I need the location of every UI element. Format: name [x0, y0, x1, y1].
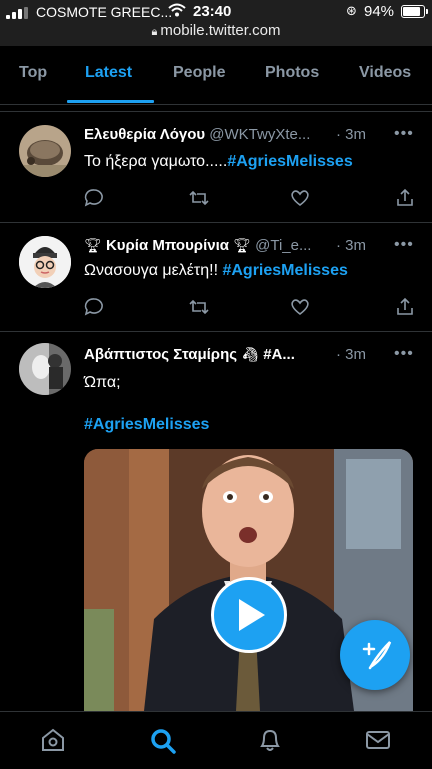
tweet-text-body: Ώπα; [84, 374, 121, 391]
avatar[interactable] [19, 236, 71, 288]
author-name[interactable]: Αβάπτιστος Σταμίρης [84, 346, 237, 363]
hashtag-link[interactable]: #AgriesMelisses [227, 153, 352, 170]
tweet-text: Ωνασουγα μελέτη!! #AgriesMelisses [84, 262, 348, 280]
reply-icon[interactable] [84, 297, 104, 322]
zebra-emoji-icon: 🦓︎ [241, 346, 260, 362]
compose-tweet-button[interactable] [340, 620, 410, 690]
orientation-lock-icon: ⊛ [346, 3, 357, 18]
author-name[interactable]: Κυρία Μπουρίνια [106, 237, 229, 254]
trophy-emoji-icon: 🏆︎ [233, 237, 251, 253]
tab-latest[interactable]: Latest [85, 64, 132, 82]
retweet-icon[interactable] [188, 188, 210, 213]
tweet-time[interactable]: · 3m [336, 237, 366, 254]
play-button[interactable] [211, 577, 287, 653]
address-bar[interactable]: 🔒︎ mobile.twitter.com [0, 22, 432, 39]
avatar[interactable] [19, 125, 71, 177]
wifi-icon [168, 3, 186, 20]
tweet-time[interactable]: · 3m [336, 346, 366, 363]
search-icon[interactable] [149, 727, 177, 760]
home-icon[interactable] [40, 727, 66, 758]
tab-top[interactable]: Top [19, 64, 47, 82]
tweet-text-body: Ωνασουγα μελέτη!! [84, 262, 223, 279]
signal-icon [6, 7, 30, 19]
messages-envelope-icon[interactable] [365, 727, 391, 758]
carrier-label: COSMOTE GREEC... [36, 4, 173, 20]
battery-icon [401, 5, 428, 18]
clock: 23:40 [193, 3, 232, 20]
author-handle[interactable]: @WKTwyXte... [209, 126, 310, 143]
retweet-icon[interactable] [188, 297, 210, 322]
more-icon[interactable]: ••• [394, 236, 414, 254]
tweet-header: Αβάπτιστος Σταμίρης 🦓︎ #A... [84, 346, 295, 363]
share-icon[interactable] [395, 188, 415, 213]
tab-videos[interactable]: Videos [359, 64, 411, 82]
feather-plus-icon [362, 641, 392, 670]
trophy-emoji-icon: 🏆︎ [84, 237, 102, 253]
tweet[interactable]: Ελευθερία Λόγου @WKTwyXte... · 3m ••• Το… [0, 112, 432, 223]
notifications-bell-icon[interactable] [257, 727, 283, 758]
tweet-header: Ελευθερία Λόγου @WKTwyXte... [84, 126, 310, 143]
like-icon[interactable] [290, 297, 310, 322]
author-handle[interactable]: #A... [263, 346, 295, 363]
tweet-time[interactable]: · 3m [336, 126, 366, 143]
padlock-icon: 🔒︎ [151, 26, 158, 38]
like-icon[interactable] [290, 188, 310, 213]
status-bar: COSMOTE GREEC... 23:40 ⊛ 94% 🔒︎ mobile.tw… [0, 0, 432, 46]
bottom-nav [0, 711, 432, 769]
tweet-text: Το ήξερα γαμωτο.....#AgriesMelisses [84, 153, 353, 171]
author-name[interactable]: Ελευθερία Λόγου [84, 126, 205, 143]
author-handle[interactable]: @Ti_e... [255, 237, 311, 254]
more-icon[interactable]: ••• [394, 125, 414, 143]
hashtag-link[interactable]: #AgriesMelisses [222, 262, 347, 279]
more-icon[interactable]: ••• [394, 345, 414, 363]
active-tab-indicator [67, 100, 154, 103]
tab-people[interactable]: People [173, 64, 225, 82]
tweet[interactable]: 🏆︎ Κυρία Μπουρίνια 🏆︎ @Ti_e... · 3m ••• … [0, 222, 432, 332]
battery-percent: 94% [364, 3, 395, 20]
search-tabs: Top Latest People Photos Videos [0, 46, 432, 105]
tweet-text-body: Το ήξερα γαμωτο..... [84, 153, 228, 170]
avatar[interactable] [19, 343, 71, 395]
share-icon[interactable] [395, 297, 415, 322]
url-text: mobile.twitter.com [160, 22, 281, 39]
tab-photos[interactable]: Photos [265, 64, 319, 82]
tweet-header: 🏆︎ Κυρία Μπουρίνια 🏆︎ @Ti_e... [84, 237, 311, 254]
tweet-hashtag-line: #AgriesMelisses [84, 416, 209, 434]
hashtag-link[interactable]: #AgriesMelisses [84, 416, 209, 433]
reply-icon[interactable] [84, 188, 104, 213]
